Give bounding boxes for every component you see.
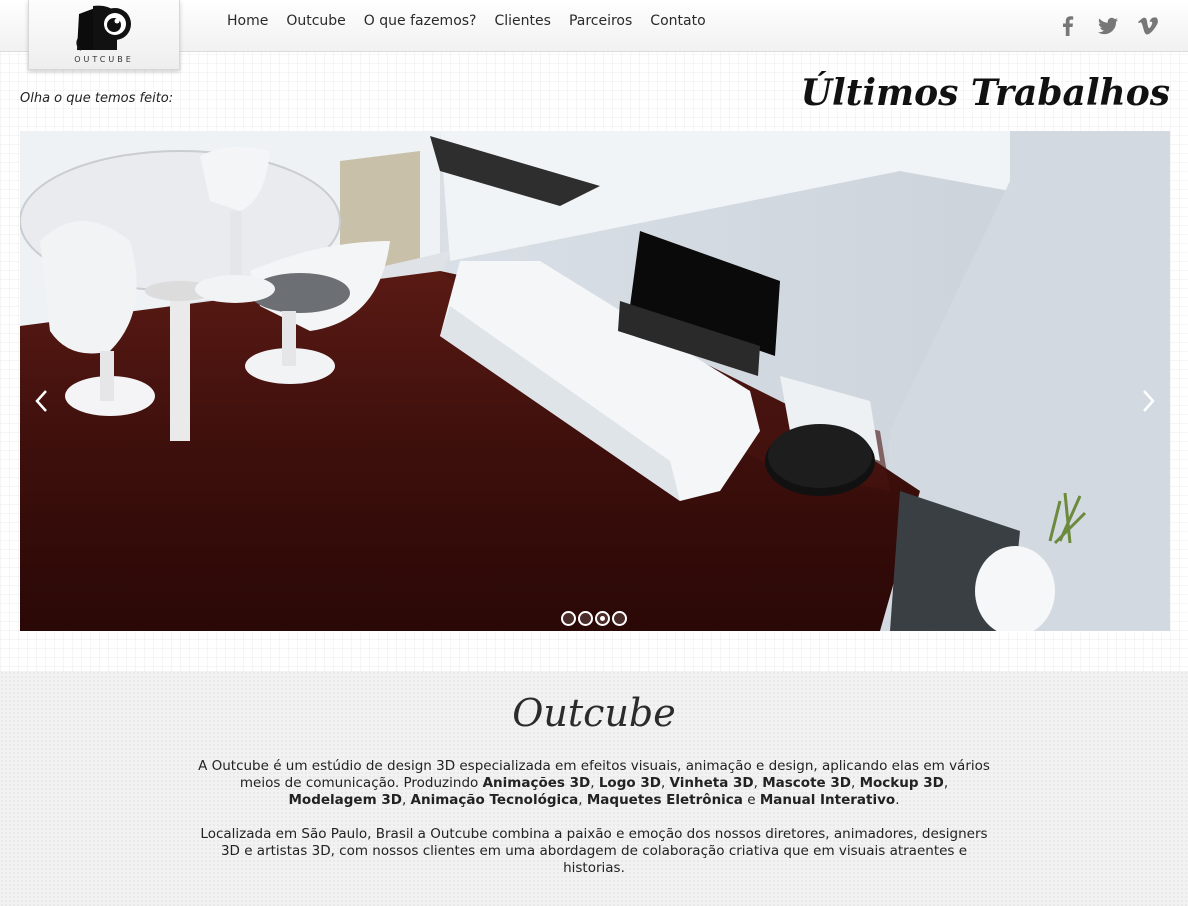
vimeo-icon[interactable] <box>1136 14 1160 38</box>
facebook-icon[interactable] <box>1056 14 1080 38</box>
nav-outcube[interactable]: Outcube <box>277 12 354 30</box>
chevron-left-icon[interactable] <box>32 386 52 416</box>
nav-contato[interactable]: Contato <box>641 12 714 30</box>
logo[interactable]: OUTCUBE <box>28 0 180 70</box>
slide-image <box>20 131 1170 631</box>
about-title: Outcube <box>512 691 676 735</box>
chevron-right-icon[interactable] <box>1138 386 1158 416</box>
twitter-icon[interactable] <box>1096 14 1120 38</box>
outcube-logo-icon <box>76 5 131 51</box>
slider-dot-1[interactable] <box>561 611 576 626</box>
slider-dot-4[interactable] <box>612 611 627 626</box>
main-nav: Home Outcube O que fazemos? Clientes Par… <box>218 12 715 30</box>
slider-dot-3[interactable] <box>595 611 610 626</box>
slider-dot-2[interactable] <box>578 611 593 626</box>
slider-pagination <box>561 611 627 626</box>
image-slider[interactable] <box>20 131 1170 631</box>
social-links <box>1056 14 1160 38</box>
works-subtitle: Olha o que temos feito: <box>20 91 174 106</box>
works-title: Últimos Trabalhos <box>800 72 1170 114</box>
about-paragraph-2: Localizada em São Paulo, Brasil a Outcub… <box>200 826 988 876</box>
nav-o-que-fazemos[interactable]: O que fazemos? <box>355 12 486 30</box>
about-section: Outcube A Outcube é um estúdio de design… <box>0 671 1188 906</box>
about-paragraph-1: A Outcube é um estúdio de design 3D espe… <box>198 758 990 808</box>
nav-home[interactable]: Home <box>218 12 277 30</box>
nav-parceiros[interactable]: Parceiros <box>560 12 641 30</box>
nav-clientes[interactable]: Clientes <box>486 12 560 30</box>
logo-wordmark: OUTCUBE <box>74 55 134 64</box>
